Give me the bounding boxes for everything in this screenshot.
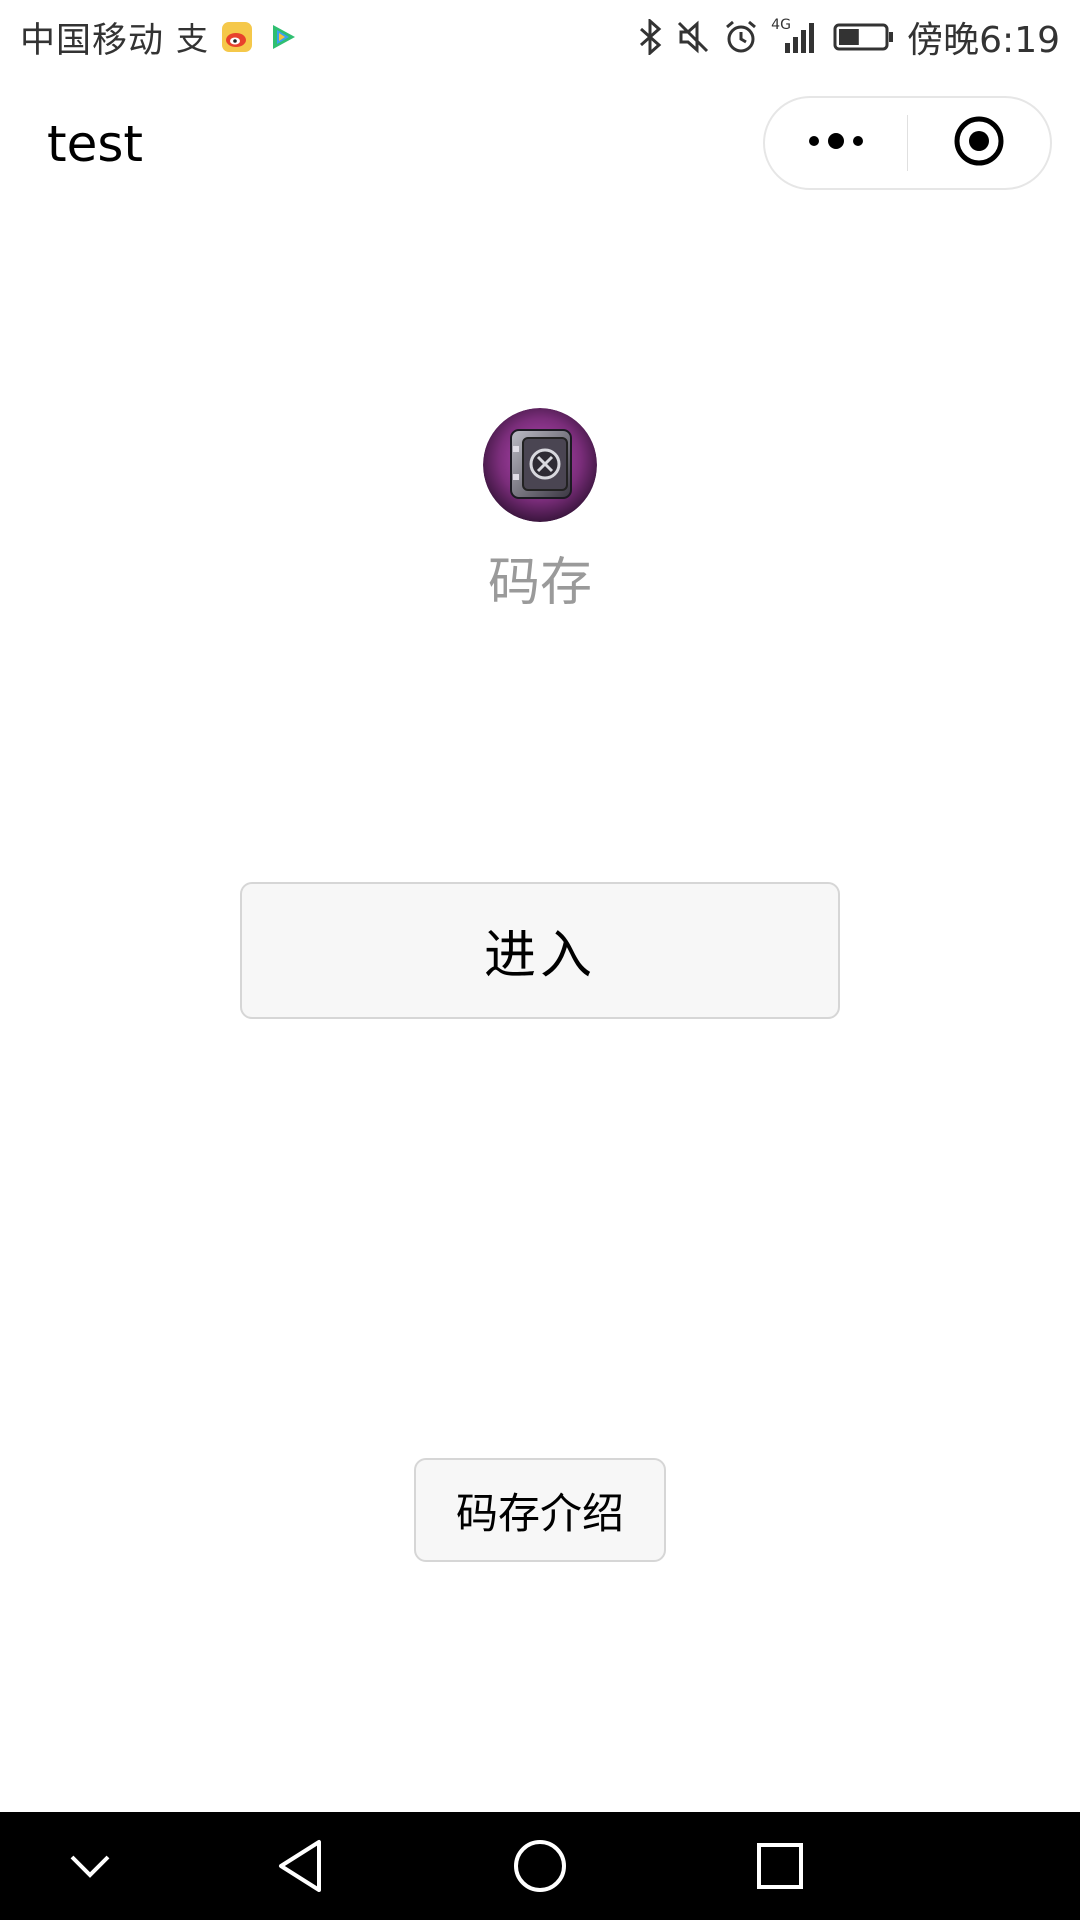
safe-vault-icon xyxy=(483,408,597,522)
battery-icon xyxy=(833,22,895,52)
status-left: 中国移动 支 xyxy=(20,12,300,63)
app-logo xyxy=(483,408,597,522)
signal-icon: 4G xyxy=(771,17,821,55)
more-dots-icon xyxy=(806,131,866,155)
video-app-icon xyxy=(266,20,300,54)
more-button[interactable] xyxy=(765,98,907,188)
recents-square-icon[interactable] xyxy=(750,1836,810,1896)
target-close-icon xyxy=(953,115,1005,171)
status-right: 4G 傍晚6:19 xyxy=(637,11,1060,63)
carrier-extra-label: 支 xyxy=(176,20,209,58)
home-circle-icon[interactable] xyxy=(510,1836,570,1896)
status-bar: 中国移动 支 4G 傍晚6:19 xyxy=(0,0,1080,74)
system-nav-bar xyxy=(0,1812,1080,1920)
bluetooth-icon xyxy=(637,19,663,55)
carrier-label: 中国移动 xyxy=(20,20,165,61)
app-name: 码存 xyxy=(487,553,592,613)
chevron-down-icon[interactable] xyxy=(60,1836,120,1896)
enter-button[interactable]: 进入 xyxy=(240,882,840,1019)
network-type-label: 4G xyxy=(771,17,791,33)
mute-icon xyxy=(675,19,711,55)
nav-bar: test xyxy=(0,74,1080,216)
page-title: test xyxy=(47,115,144,173)
alarm-icon xyxy=(723,19,759,55)
status-time: 傍晚6:19 xyxy=(907,20,1060,61)
weibo-icon xyxy=(220,20,254,54)
capsule-menu xyxy=(763,96,1052,190)
intro-button[interactable]: 码存介绍 xyxy=(414,1458,666,1562)
close-button[interactable] xyxy=(908,98,1050,188)
back-triangle-icon[interactable] xyxy=(270,1836,330,1896)
